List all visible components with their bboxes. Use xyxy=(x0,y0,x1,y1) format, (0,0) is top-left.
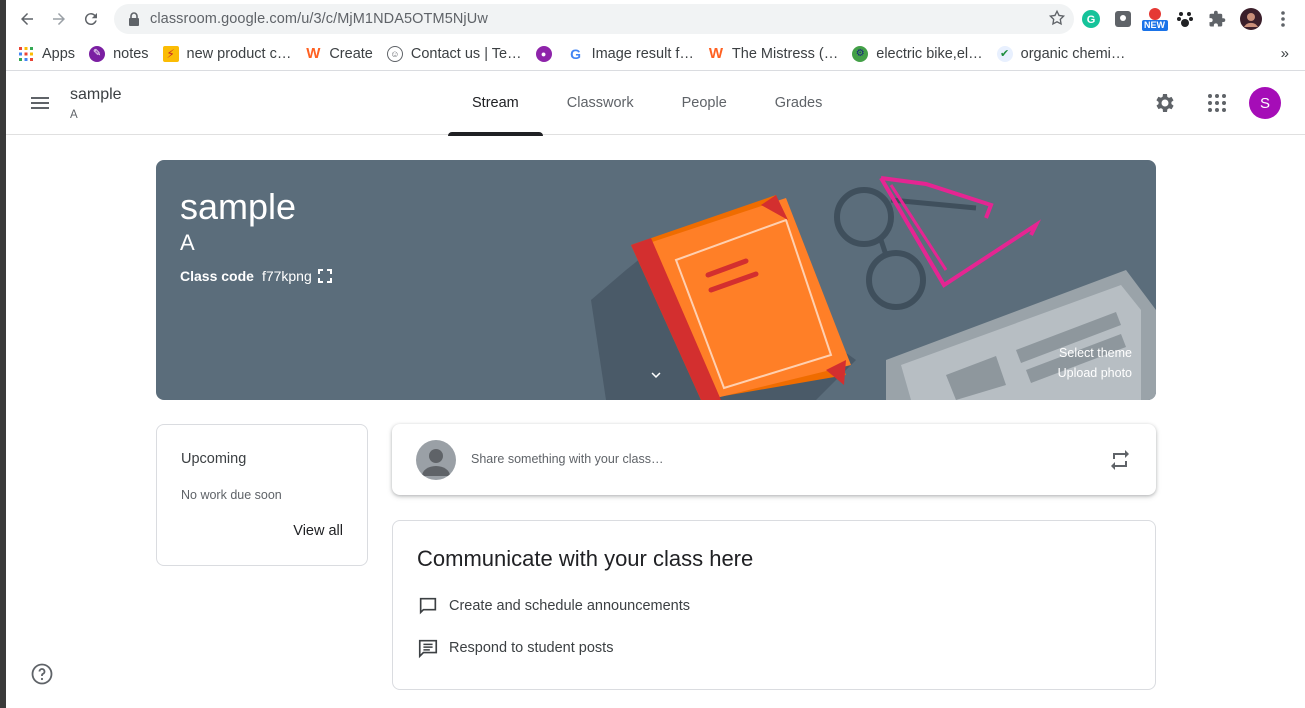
new-extension[interactable]: NEW xyxy=(1140,6,1170,32)
banner-class-title[interactable]: sample xyxy=(180,186,296,228)
communicate-card: Communicate with your class here Create … xyxy=(392,520,1156,690)
bookmark-image-result[interactable]: G Image result f… xyxy=(568,46,694,62)
profile-avatar-icon xyxy=(1240,8,1262,30)
browser-window: classroom.google.com/u/3/c/MjM1NDA5OTM5N… xyxy=(6,0,1305,708)
lock-icon xyxy=(129,12,139,26)
url-text: classroom.google.com/u/3/c/MjM1NDA5OTM5N… xyxy=(150,11,488,27)
bike-icon: ⚙ xyxy=(852,45,869,62)
communicate-item-label: Respond to student posts xyxy=(449,640,614,656)
grammarly-extension[interactable]: G xyxy=(1078,6,1104,32)
kebab-menu-icon xyxy=(1281,11,1285,27)
bookmark-label: organic chemi… xyxy=(1020,45,1126,62)
header-section: A xyxy=(70,109,78,121)
puzzle-icon xyxy=(1209,10,1226,27)
tab-classwork[interactable]: Classwork xyxy=(543,71,658,135)
new-badge-label: NEW xyxy=(1144,20,1165,30)
paw-icon xyxy=(1177,12,1193,27)
apps-grid-icon xyxy=(18,46,34,62)
bookmark-label: Image result f… xyxy=(591,45,694,62)
bookmark-label: notes xyxy=(113,45,149,62)
forward-button[interactable] xyxy=(44,4,74,34)
google-icon: G xyxy=(570,45,581,62)
wattpad-icon: W xyxy=(306,45,321,62)
share-placeholder[interactable]: Share something with your class… xyxy=(471,452,663,466)
bookmark-notes[interactable]: ✎ notes xyxy=(89,45,149,62)
expand-chevron-icon[interactable] xyxy=(647,366,665,384)
paw-extension[interactable] xyxy=(1172,6,1198,32)
hamburger-menu-icon[interactable] xyxy=(28,91,52,115)
check-shield-icon: ✔ xyxy=(996,45,1013,62)
tab-grades[interactable]: Grades xyxy=(751,71,847,135)
extensions-button[interactable] xyxy=(1204,6,1230,32)
profile-button[interactable] xyxy=(1238,6,1264,32)
communicate-item-announcements: Create and schedule announcements xyxy=(417,595,690,617)
repost-icon[interactable] xyxy=(1108,448,1132,472)
grammarly-icon: G xyxy=(1082,10,1100,28)
bookmarks-bar: Apps ✎ notes ⚡ new product c… W Create ☺… xyxy=(6,37,1305,71)
bookmark-organic-chemistry[interactable]: ✔ organic chemi… xyxy=(996,45,1126,62)
communicate-item-respond: Respond to student posts xyxy=(417,637,613,659)
comment-icon xyxy=(418,639,438,659)
class-tabs: Stream Classwork People Grades xyxy=(448,71,847,136)
bookmark-label: The Mistress (… xyxy=(731,45,839,62)
view-all-link[interactable]: View all xyxy=(293,523,343,539)
announcement-icon xyxy=(419,597,437,615)
bookmark-star-icon[interactable] xyxy=(1048,9,1066,27)
product-icon: ⚡ xyxy=(162,45,179,62)
class-code-row: Class code f77kpng xyxy=(180,268,333,284)
forward-arrow-icon xyxy=(53,13,65,25)
upcoming-title: Upcoming xyxy=(181,451,247,467)
notes-icon: ✎ xyxy=(89,45,106,62)
tab-stream[interactable]: Stream xyxy=(448,71,543,136)
class-banner: sample A Class code f77kpng Select theme… xyxy=(156,160,1156,400)
reload-icon xyxy=(84,13,97,26)
settings-gear-icon[interactable] xyxy=(1153,91,1177,115)
bookmark-label: Apps xyxy=(42,45,76,62)
bookmark-label: Contact us | Te… xyxy=(410,45,522,62)
account-avatar[interactable]: S xyxy=(1249,87,1281,119)
communicate-title: Communicate with your class here xyxy=(417,546,754,571)
more-bookmarks-button[interactable]: » xyxy=(1281,45,1289,62)
upcoming-empty-text: No work due soon xyxy=(181,488,282,502)
browser-toolbar: classroom.google.com/u/3/c/MjM1NDA5OTM5N… xyxy=(6,0,1305,37)
class-code-value: f77kpng xyxy=(261,268,312,284)
bookmark-label: electric bike,el… xyxy=(876,45,983,62)
user-avatar-icon xyxy=(416,440,456,480)
bookmark-electric-bike[interactable]: ⚙ electric bike,el… xyxy=(852,45,983,62)
tab-people[interactable]: People xyxy=(658,71,751,135)
upcoming-card: Upcoming No work due soon View all xyxy=(156,424,368,566)
header-class-name[interactable]: sample xyxy=(70,86,122,104)
banner-section: A xyxy=(180,230,195,255)
help-icon[interactable] xyxy=(30,662,54,686)
upload-photo-link[interactable]: Upload photo xyxy=(1058,366,1132,380)
fullscreen-icon[interactable] xyxy=(317,268,333,284)
browser-menu-button[interactable] xyxy=(1270,6,1296,32)
svg-text:G: G xyxy=(1087,14,1096,26)
contact-icon: ☺ xyxy=(386,45,403,62)
bookmark-purple[interactable]: ● xyxy=(535,45,552,62)
extension-square[interactable] xyxy=(1110,6,1136,32)
select-theme-link[interactable]: Select theme xyxy=(1059,346,1132,360)
classroom-header: sample A Stream Classwork People Grades … xyxy=(6,71,1305,136)
bookmark-label: new product c… xyxy=(186,45,292,62)
bookmark-contact-us[interactable]: ☺ Contact us | Te… xyxy=(386,45,522,62)
square-extension-icon xyxy=(1115,11,1131,27)
share-announcement-box[interactable]: Share something with your class… xyxy=(392,424,1156,495)
purple-circle-icon: ● xyxy=(535,45,552,62)
google-apps-icon[interactable] xyxy=(1205,91,1229,115)
class-code-label: Class code xyxy=(180,268,254,284)
bookmark-the-mistress[interactable]: W The Mistress (… xyxy=(708,45,839,62)
bookmark-apps[interactable]: Apps xyxy=(18,46,75,62)
wattpad-icon: W xyxy=(708,45,723,62)
back-arrow-icon xyxy=(21,13,33,25)
bookmark-create[interactable]: W Create xyxy=(305,45,373,62)
reload-button[interactable] xyxy=(76,4,106,34)
back-button[interactable] xyxy=(12,4,42,34)
bookmark-new-product[interactable]: ⚡ new product c… xyxy=(162,45,292,62)
bookmark-label: Create xyxy=(329,45,373,62)
address-bar[interactable]: classroom.google.com/u/3/c/MjM1NDA5OTM5N… xyxy=(114,4,1074,34)
communicate-item-label: Create and schedule announcements xyxy=(449,598,691,614)
